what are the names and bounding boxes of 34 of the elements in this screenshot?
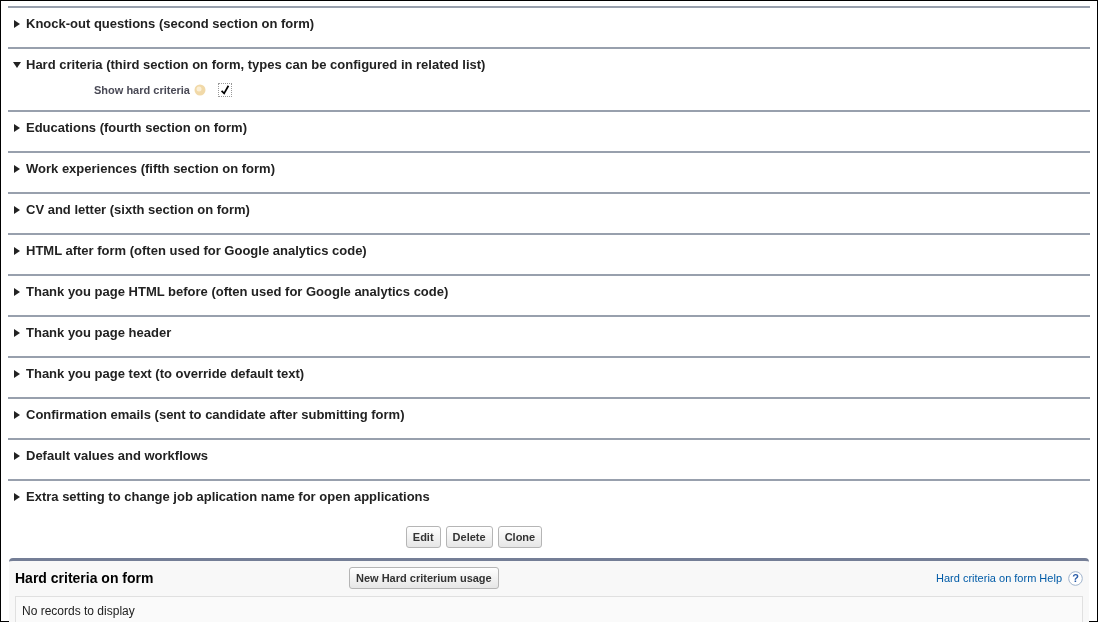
help-icon[interactable]: ? (1068, 570, 1083, 586)
action-button[interactable]: Clone (497, 526, 543, 548)
section-title: CV and letter (sixth section on form) (26, 201, 250, 219)
section-header[interactable]: Thank you page HTML before (often used for Google analytics code) (13, 282, 1090, 302)
section-title: HTML after form (often used for Google analytics code) (26, 242, 367, 260)
section-title: Extra setting to change job aplication name for open applications (26, 488, 430, 506)
section-header[interactable]: Default values and workflows (13, 446, 1090, 466)
section-header[interactable]: Confirmation emails (sent to candidate after submitting form) (13, 405, 1090, 425)
field-label: Show hard criteria (94, 82, 190, 98)
help-link[interactable]: Hard criteria on form Help (936, 569, 1062, 587)
section-title: Thank you page text (to override default text) (26, 365, 305, 383)
section-title: Confirmation emails (sent to candidate after submitting form) (26, 406, 405, 424)
section-header[interactable]: HTML after form (often used for Google analytics code) (13, 241, 1090, 261)
new-button[interactable]: New Hard criterium usage (349, 567, 499, 589)
help-icon (194, 83, 206, 96)
section-header[interactable]: Thank you page header (13, 323, 1090, 343)
section-header[interactable]: Educations (fourth section on form) (13, 118, 1090, 138)
section-header[interactable]: Hard criteria (third section on form, types can be configured in related list) (13, 55, 1090, 75)
section-header[interactable]: Work experiences (fifth section on form) (13, 159, 1090, 179)
section-header[interactable]: Thank you page text (to override default text) (13, 364, 1090, 384)
section-title: Thank you page header (26, 324, 172, 342)
empty-message: No records to display (15, 596, 1083, 622)
section-title: Educations (fourth section on form) (26, 119, 247, 137)
section-header[interactable]: Extra setting to change job aplication name for open applications (13, 487, 1090, 507)
section-title: Default values and workflows (26, 447, 209, 465)
section-header[interactable]: Knock-out questions (second section on form) (13, 14, 1090, 34)
related-list-title: Hard criteria on form (15, 568, 155, 588)
section-title: Thank you page HTML before (often used for Google analytics code) (26, 283, 449, 301)
section-title: Work experiences (fifth section on form) (26, 160, 275, 178)
section-header[interactable]: CV and letter (sixth section on form) (13, 200, 1090, 220)
action-button[interactable]: Edit (405, 526, 441, 548)
action-button[interactable]: Delete (445, 526, 493, 548)
section-title: Knock-out questions (second section on form) (26, 15, 315, 33)
section-title: Hard criteria (third section on form, types can be configured in related list) (26, 56, 486, 74)
